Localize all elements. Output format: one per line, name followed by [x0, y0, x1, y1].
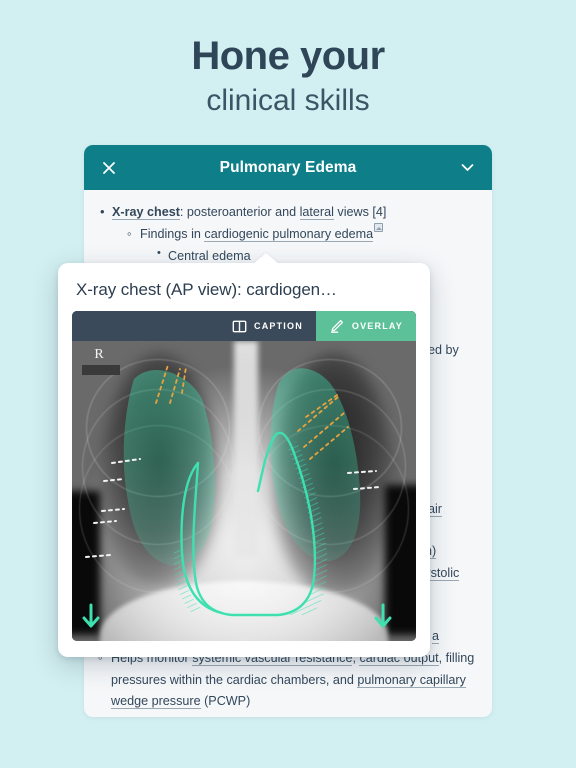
- image-chip-icon[interactable]: [374, 222, 384, 232]
- lateral-link[interactable]: lateral: [299, 205, 334, 220]
- lung-shading-right: [123, 369, 215, 566]
- hero-line-2: clinical skills: [206, 83, 370, 117]
- cardiogenic-pulmonary-edema-link[interactable]: cardiogenic pulmonary edema: [204, 226, 374, 242]
- l1-text-a: posteroanterior and: [183, 205, 300, 219]
- occluded-text-fragment: a: [432, 626, 440, 648]
- outline-level-2-bottom: Helps monitor systemic vascular resistan…: [98, 647, 480, 713]
- side-marker-bar: [82, 365, 120, 375]
- l1-text-b: views [4]: [333, 205, 387, 219]
- l2-text: Findings in: [140, 226, 205, 241]
- chevron-down-icon[interactable]: [456, 157, 478, 179]
- occluded-link[interactable]: a: [432, 629, 440, 644]
- xray-image-container: CAPTION OVERLAY R: [72, 311, 416, 641]
- overlay-button[interactable]: OVERLAY: [315, 311, 416, 341]
- edema-link[interactable]: edema: [212, 248, 251, 264]
- side-marker-r: R: [82, 347, 120, 375]
- costophrenic-arrow-left: [374, 603, 392, 628]
- occluded-text-fragment: air: [428, 499, 442, 521]
- image-popup: X-ray chest (AP view): cardiogen… CAPTIO…: [58, 253, 430, 657]
- bottom-tail: (PCWP): [200, 694, 251, 709]
- list-item: Helps monitor systemic vascular resistan…: [98, 647, 480, 713]
- popup-title: X-ray chest (AP view): cardiogen…: [76, 280, 337, 299]
- l3-text: Central: [168, 248, 213, 263]
- list-item: X-ray chest: posteroanterior and lateral…: [98, 201, 478, 268]
- hero-heading: Hone your clinical skills: [0, 0, 576, 120]
- outline-level-2: Findings in cardiogenic pulmonary edema …: [127, 222, 478, 268]
- outline-level-1: X-ray chest: posteroanterior and lateral…: [98, 201, 478, 268]
- pencil-overlay-icon: [329, 318, 345, 334]
- occluded-link[interactable]: air: [428, 502, 442, 517]
- popup-pointer-arrow: [253, 253, 279, 264]
- close-icon[interactable]: [98, 157, 120, 179]
- caption-label: CAPTION: [254, 321, 303, 331]
- article-header: Pulmonary Edema: [84, 145, 492, 190]
- costophrenic-arrow-right: [82, 603, 100, 628]
- xray-chest-term[interactable]: X-ray chest: [112, 205, 180, 220]
- annotation-overlay: [82, 364, 392, 628]
- caption-panel-icon: [232, 319, 247, 334]
- side-marker-letter: R: [94, 347, 104, 362]
- caption-button[interactable]: CAPTION: [219, 311, 316, 341]
- image-toolbar: CAPTION OVERLAY: [72, 311, 416, 341]
- chest-xray-image[interactable]: R: [72, 341, 416, 641]
- list-item: Findings in cardiogenic pulmonary edema …: [127, 222, 478, 268]
- overlay-label: OVERLAY: [351, 321, 403, 331]
- page-title: Pulmonary Edema: [219, 158, 357, 176]
- occluded-text-fragment: ed by: [428, 343, 459, 357]
- hero-line-1: Hone your: [191, 34, 385, 78]
